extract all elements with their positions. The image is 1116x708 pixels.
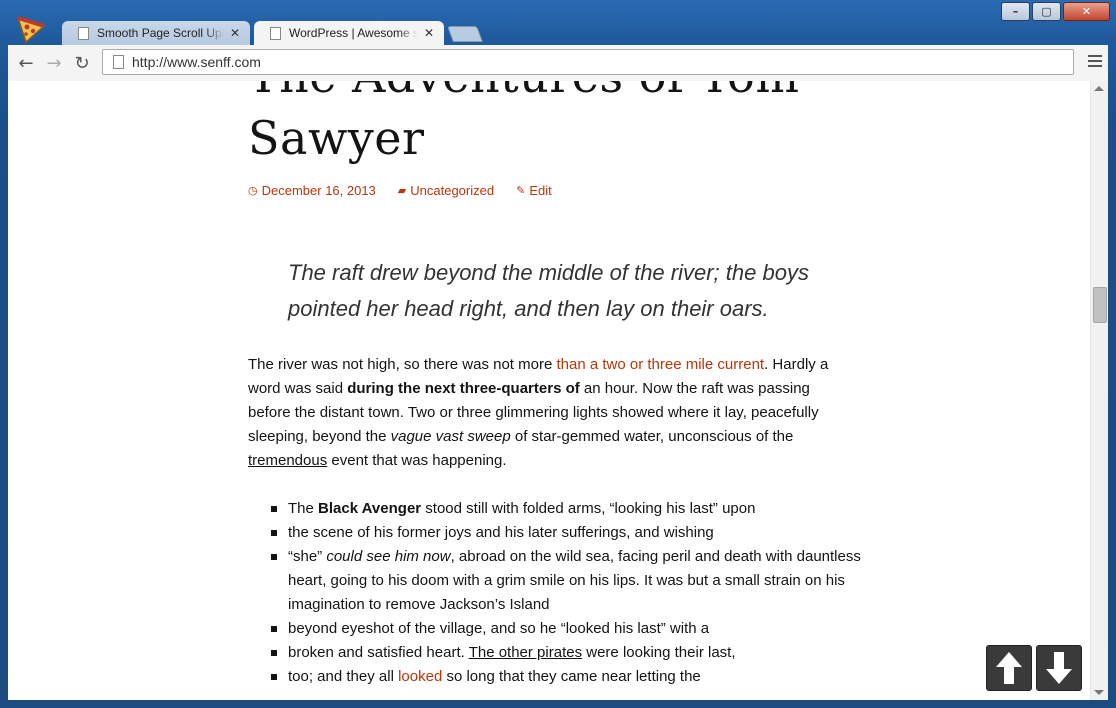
hamburger-menu-icon[interactable] xyxy=(1088,55,1102,70)
forward-arrow-icon[interactable]: → xyxy=(44,53,64,74)
minimize-icon[interactable]: – xyxy=(1001,2,1030,21)
clock-icon: ◷ xyxy=(248,184,258,197)
address-bar[interactable] xyxy=(102,49,1074,75)
browser-toolbar: ← → ↻ xyxy=(8,45,1108,81)
tab-wordpress[interactable]: WordPress | Awesome site ✕ xyxy=(254,21,444,45)
underlined-text: The other pirates xyxy=(468,644,583,661)
page-icon xyxy=(113,55,124,69)
text-run: The river was not high, so there was not… xyxy=(248,356,557,373)
text-run: broken and satisfied heart. xyxy=(288,644,469,661)
page-viewport: The Adventures of Tom Sawyer ◷ December … xyxy=(8,81,1108,700)
list-item: the scene of his former joys and his lat… xyxy=(271,521,888,545)
text-run: were looking their last, xyxy=(582,644,736,661)
tab-title: Smooth Page Scroll Up/Down xyxy=(97,26,224,40)
post-category-label: Uncategorized xyxy=(410,183,495,198)
scroll-up-icon[interactable] xyxy=(1094,86,1104,91)
list-item: beyond eyeshot of the village, and so he… xyxy=(271,617,888,641)
inline-link[interactable]: than a two or three mile current xyxy=(556,356,764,373)
close-tab-icon[interactable]: ✕ xyxy=(424,26,434,40)
page-icon xyxy=(270,26,281,40)
new-tab-button[interactable] xyxy=(447,26,483,42)
italic-text: vague vast sweep xyxy=(390,428,511,445)
inline-link[interactable]: looked xyxy=(398,668,442,685)
scroll-down-arrow-icon xyxy=(1046,652,1072,684)
list-item: broken and satisfied heart. The other pi… xyxy=(271,641,888,665)
edit-link-label: Edit xyxy=(529,183,552,198)
text-run: of star-gemmed water, unconscious of the xyxy=(510,428,794,445)
scroll-up-button[interactable] xyxy=(986,645,1032,691)
bullet-list: The Black Avenger stood still with folde… xyxy=(248,497,888,689)
list-item: too; and they all looked so long that th… xyxy=(271,665,888,689)
tab-smooth-page-scroll[interactable]: Smooth Page Scroll Up/Down ✕ xyxy=(62,21,250,45)
post-category[interactable]: ▰ Uncategorized xyxy=(398,183,494,198)
list-item: “she” could see him now, abroad on the w… xyxy=(271,545,888,617)
bold-text: Black Avenger xyxy=(318,500,422,517)
folder-icon: ▰ xyxy=(397,184,407,197)
post-date-label: December 16, 2013 xyxy=(261,183,376,198)
back-arrow-icon[interactable]: ← xyxy=(16,53,36,74)
post-title: The Adventures of Tom Sawyer xyxy=(248,81,799,165)
pencil-icon: ✎ xyxy=(516,184,526,197)
underlined-text: tremendous xyxy=(248,452,328,469)
scrollbar-thumb[interactable] xyxy=(1093,287,1107,323)
browser-window: – ▢ ✕ Smooth Page Scroll Up/Down ✕ WordP… xyxy=(0,0,1116,708)
close-tab-icon[interactable]: ✕ xyxy=(230,26,240,40)
body-paragraph: The river was not high, so there was not… xyxy=(248,353,838,473)
tab-title: WordPress | Awesome site xyxy=(289,26,418,40)
list-item: The Black Avenger stood still with folde… xyxy=(271,497,888,521)
blockquote: The raft drew beyond the middle of the r… xyxy=(288,260,809,321)
scroll-up-arrow-icon xyxy=(996,652,1022,684)
pizza-icon[interactable] xyxy=(14,12,48,46)
post-date[interactable]: ◷ December 16, 2013 xyxy=(248,183,376,198)
vertical-scrollbar[interactable] xyxy=(1090,81,1108,700)
edit-link[interactable]: ✎ Edit xyxy=(516,183,552,198)
bold-text: during the next three-quarters of xyxy=(347,380,580,397)
text-run: The xyxy=(288,500,319,517)
url-input[interactable] xyxy=(132,51,1073,73)
page-icon xyxy=(78,26,89,40)
window-controls: – ▢ ✕ xyxy=(1001,2,1110,21)
reload-icon[interactable]: ↻ xyxy=(72,53,92,74)
text-run: “she” xyxy=(288,548,327,565)
close-window-icon[interactable]: ✕ xyxy=(1063,2,1110,21)
text-run: stood still with folded arms, “looking h… xyxy=(421,500,756,517)
text-run: event that was happening. xyxy=(327,452,507,469)
scroll-down-button[interactable] xyxy=(1036,645,1082,691)
text-run: too; and they all xyxy=(288,668,399,685)
post-meta: ◷ December 16, 2013 ▰ Uncategorized ✎ Ed… xyxy=(248,183,552,198)
maximize-icon[interactable]: ▢ xyxy=(1032,2,1061,21)
italic-text: could see him now xyxy=(326,548,451,565)
text-run: so long that they came near letting the xyxy=(442,668,701,685)
scroll-down-icon[interactable] xyxy=(1094,690,1104,695)
